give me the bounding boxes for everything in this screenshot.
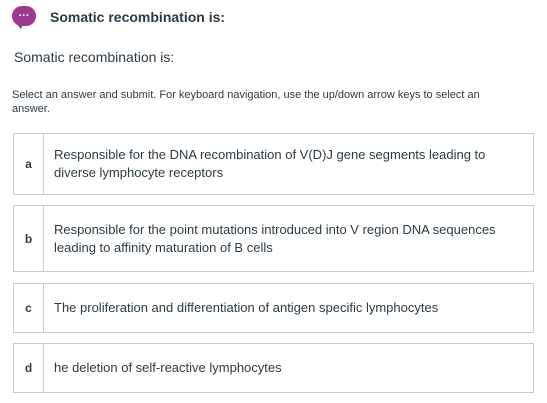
question-text: Somatic recombination is: xyxy=(14,49,175,65)
quiz-page: ··· Somatic recombination is: Somatic re… xyxy=(0,0,547,403)
header-title: Somatic recombination is: xyxy=(50,9,226,25)
instructions-text: Select an answer and submit. For keyboar… xyxy=(12,89,480,115)
chat-bubble-icon: ··· xyxy=(12,5,36,29)
option-letter: c xyxy=(14,284,44,332)
option-text: Responsible for the DNA recombination of… xyxy=(54,147,486,180)
option-letter: d xyxy=(14,344,44,392)
answer-option-d[interactable]: d he deletion of self-reactive lymphocyt… xyxy=(13,343,534,393)
option-text: Responsible for the point mutations intr… xyxy=(54,221,496,255)
question-header: ··· Somatic recombination is: xyxy=(12,5,225,29)
option-text: The proliferation and differentiation of… xyxy=(54,300,439,315)
option-letter: a xyxy=(14,134,44,194)
answer-option-c[interactable]: c The proliferation and differentiation … xyxy=(13,283,534,333)
answer-option-b[interactable]: b Responsible for the point mutations in… xyxy=(13,205,534,272)
option-text: he deletion of self-reactive lymphocytes xyxy=(54,360,282,375)
answer-option-a[interactable]: a Responsible for the DNA recombination … xyxy=(13,133,534,195)
option-letter: b xyxy=(14,206,44,271)
